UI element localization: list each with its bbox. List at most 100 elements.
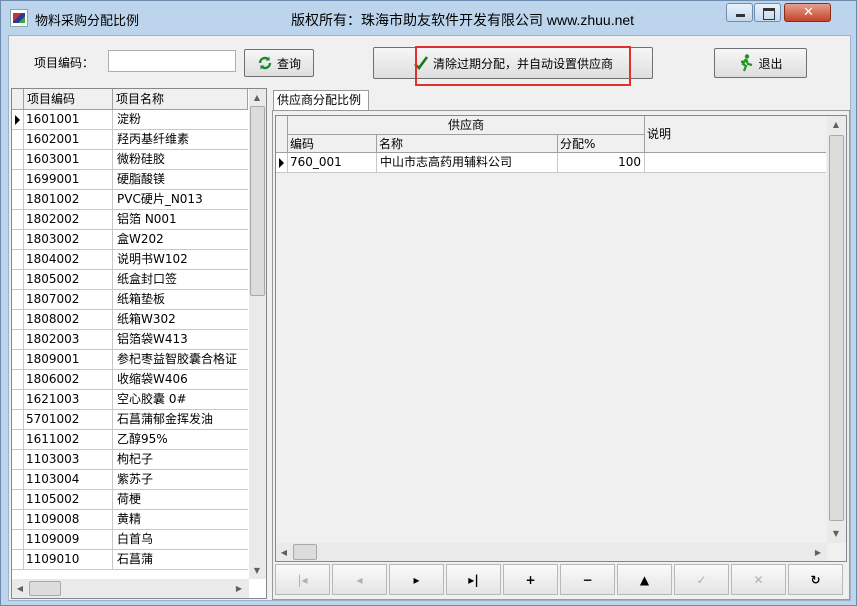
scroll-up-icon[interactable]: ▲ bbox=[828, 116, 844, 132]
cell-ratio[interactable]: 100 bbox=[558, 153, 645, 172]
maximize-button[interactable] bbox=[754, 3, 781, 22]
cell-code[interactable]: 1611002 bbox=[24, 430, 113, 449]
cell-name[interactable]: 羟丙基纤维素 bbox=[113, 130, 248, 149]
scroll-down-icon[interactable]: ▼ bbox=[828, 525, 844, 541]
supplier-grid[interactable]: 供应商 编码 名称 分配% 说明 760_001 中山市志高药用辅料公司 100… bbox=[275, 115, 847, 562]
column-header-ratio[interactable]: 分配% bbox=[558, 135, 645, 153]
cell-code[interactable]: 1602001 bbox=[24, 130, 113, 149]
scroll-down-icon[interactable]: ▼ bbox=[249, 562, 265, 578]
cell-name[interactable]: 紫苏子 bbox=[113, 470, 248, 489]
list-item[interactable]: 1601001 淀粉 bbox=[12, 110, 248, 130]
item-grid-vscrollbar[interactable]: ▲ ▼ bbox=[249, 89, 266, 579]
cell-name[interactable]: 微粉硅胶 bbox=[113, 150, 248, 169]
list-item[interactable]: 1109010 石菖蒲 bbox=[12, 550, 248, 570]
nav-last-button[interactable]: ▸| bbox=[446, 564, 501, 595]
scroll-thumb[interactable] bbox=[829, 135, 844, 521]
scroll-left-icon[interactable]: ◀ bbox=[12, 580, 28, 596]
list-item[interactable]: 1803002 盒W202 bbox=[12, 230, 248, 250]
cell-name[interactable]: 中山市志高药用辅料公司 bbox=[377, 153, 558, 172]
cell-code[interactable]: 1109009 bbox=[24, 530, 113, 549]
cell-name[interactable]: 空心胶囊 0# bbox=[113, 390, 248, 409]
cell-name[interactable]: 白首乌 bbox=[113, 530, 248, 549]
list-item[interactable]: 1802003 铝箔袋W413 bbox=[12, 330, 248, 350]
scroll-left-icon[interactable]: ◀ bbox=[276, 544, 292, 560]
list-item[interactable]: 5701002 石菖蒲郁金挥发油 bbox=[12, 410, 248, 430]
cell-name[interactable]: 参杞枣益智胶囊合格证 bbox=[113, 350, 248, 369]
cell-name[interactable]: 纸箱垫板 bbox=[113, 290, 248, 309]
minimize-button[interactable] bbox=[726, 3, 753, 22]
list-item[interactable]: 1806002 收缩袋W406 bbox=[12, 370, 248, 390]
cell-name[interactable]: 收缩袋W406 bbox=[113, 370, 248, 389]
list-item[interactable]: 1802002 铝箔 N001 bbox=[12, 210, 248, 230]
list-item[interactable]: 1611002 乙醇95% bbox=[12, 430, 248, 450]
cell-name[interactable]: 纸箱W302 bbox=[113, 310, 248, 329]
cell-code[interactable]: 1801002 bbox=[24, 190, 113, 209]
scroll-right-icon[interactable]: ▶ bbox=[810, 544, 826, 560]
cell-code[interactable]: 1601001 bbox=[24, 110, 113, 129]
scroll-up-icon[interactable]: ▲ bbox=[249, 89, 265, 105]
list-item[interactable]: 1109009 白首乌 bbox=[12, 530, 248, 550]
column-header-name[interactable]: 名称 bbox=[377, 135, 558, 153]
nav-prior-button[interactable]: ◂ bbox=[332, 564, 387, 595]
cell-name[interactable]: 荷梗 bbox=[113, 490, 248, 509]
cell-code[interactable]: 1804002 bbox=[24, 250, 113, 269]
column-header-code[interactable]: 项目编码 bbox=[24, 89, 113, 109]
cell-code[interactable]: 1105002 bbox=[24, 490, 113, 509]
list-item[interactable]: 1801002 PVC硬片_N013 bbox=[12, 190, 248, 210]
cell-name[interactable]: 硬脂酸镁 bbox=[113, 170, 248, 189]
list-item[interactable]: 1807002 纸箱垫板 bbox=[12, 290, 248, 310]
cell-code[interactable]: 760_001 bbox=[288, 153, 377, 172]
nav-post-button[interactable]: ✓ bbox=[674, 564, 729, 595]
list-item[interactable]: 1603001 微粉硅胶 bbox=[12, 150, 248, 170]
cell-code[interactable]: 1806002 bbox=[24, 370, 113, 389]
list-item[interactable]: 1109008 黄精 bbox=[12, 510, 248, 530]
list-item[interactable]: 1105002 荷梗 bbox=[12, 490, 248, 510]
list-item[interactable]: 1602001 羟丙基纤维素 bbox=[12, 130, 248, 150]
list-item[interactable]: 1621003 空心胶囊 0# bbox=[12, 390, 248, 410]
cell-name[interactable]: 淀粉 bbox=[113, 110, 248, 129]
cell-name[interactable]: 枸杞子 bbox=[113, 450, 248, 469]
cell-code[interactable]: 1103004 bbox=[24, 470, 113, 489]
cell-code[interactable]: 1809001 bbox=[24, 350, 113, 369]
cell-code[interactable]: 1621003 bbox=[24, 390, 113, 409]
cell-code[interactable]: 1109010 bbox=[24, 550, 113, 569]
nav-edit-button[interactable]: ▲ bbox=[617, 564, 672, 595]
cell-name[interactable]: 黄精 bbox=[113, 510, 248, 529]
scroll-thumb[interactable] bbox=[250, 106, 265, 296]
item-grid[interactable]: 项目编码 项目名称 1601001 淀粉 1602001 羟丙基纤维素 1603001 微… bbox=[11, 88, 267, 599]
list-item[interactable]: 1699001 硬脂酸镁 bbox=[12, 170, 248, 190]
nav-cancel-button[interactable]: ✕ bbox=[731, 564, 786, 595]
cell-name[interactable]: 铝箔袋W413 bbox=[113, 330, 248, 349]
nav-first-button[interactable]: |◂ bbox=[275, 564, 330, 595]
hscroll-thumb[interactable] bbox=[29, 581, 61, 596]
scroll-right-icon[interactable]: ▶ bbox=[231, 580, 247, 596]
nav-insert-button[interactable]: + bbox=[503, 564, 558, 595]
code-input[interactable] bbox=[108, 50, 236, 72]
cell-code[interactable]: 1803002 bbox=[24, 230, 113, 249]
cell-note[interactable] bbox=[645, 153, 826, 172]
cell-code[interactable]: 1807002 bbox=[24, 290, 113, 309]
cell-code[interactable]: 1808002 bbox=[24, 310, 113, 329]
cell-name[interactable]: 盒W202 bbox=[113, 230, 248, 249]
list-item[interactable]: 1809001 参杞枣益智胶囊合格证 bbox=[12, 350, 248, 370]
cell-name[interactable]: 说明书W102 bbox=[113, 250, 248, 269]
query-button[interactable]: 查询 bbox=[244, 49, 314, 77]
hscroll-thumb[interactable] bbox=[293, 544, 317, 560]
exit-button[interactable]: 退出 bbox=[714, 48, 807, 78]
cell-code[interactable]: 1802003 bbox=[24, 330, 113, 349]
close-button[interactable]: ✕ bbox=[784, 3, 831, 22]
cell-name[interactable]: 乙醇95% bbox=[113, 430, 248, 449]
column-header-name[interactable]: 项目名称 bbox=[113, 89, 248, 109]
cell-code[interactable]: 1109008 bbox=[24, 510, 113, 529]
nav-refresh-button[interactable]: ↻ bbox=[788, 564, 843, 595]
list-item[interactable]: 1805002 纸盒封口签 bbox=[12, 270, 248, 290]
cell-code[interactable]: 1805002 bbox=[24, 270, 113, 289]
supplier-grid-vscrollbar[interactable]: ▲ ▼ bbox=[827, 116, 846, 543]
cell-name[interactable]: PVC硬片_N013 bbox=[113, 190, 248, 209]
supplier-grid-hscrollbar[interactable]: ◀ ▶ bbox=[276, 543, 827, 561]
list-item[interactable]: 1804002 说明书W102 bbox=[12, 250, 248, 270]
cell-code[interactable]: 1603001 bbox=[24, 150, 113, 169]
list-item[interactable]: 1808002 纸箱W302 bbox=[12, 310, 248, 330]
list-item[interactable]: 1103004 紫苏子 bbox=[12, 470, 248, 490]
cell-name[interactable]: 石菖蒲 bbox=[113, 550, 248, 569]
